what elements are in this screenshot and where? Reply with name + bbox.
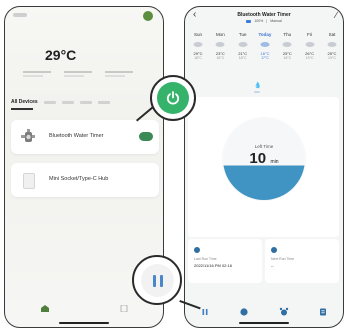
control-bar <box>185 307 343 317</box>
forecast-low: 17°C <box>261 56 269 60</box>
device-power-toggle[interactable] <box>139 132 153 141</box>
forecast-day: Mon 23°C 18°C <box>209 32 231 61</box>
next-run-card: Next Run Time -- <box>265 239 339 283</box>
cloud-icon <box>282 42 292 47</box>
battery-icon <box>246 19 252 23</box>
water-timer-icon <box>21 129 35 142</box>
alarm-clock-icon[interactable] <box>279 307 289 317</box>
socket-icon <box>23 173 35 189</box>
device-card-water-timer[interactable]: Bluetooth Water Timer <box>11 120 159 154</box>
left-time-value: 10 min <box>223 150 305 168</box>
last-run-card: Last Run Time 2022/11/16 PM 02:16 <box>188 239 262 283</box>
forecast-low: 19°C <box>328 56 336 60</box>
cloud-icon <box>327 42 337 47</box>
today-indicator <box>254 91 260 93</box>
forecast-low: 16°C <box>283 56 292 60</box>
forecast-low: 18°C <box>238 56 247 60</box>
left-time-label: Left Time <box>254 144 274 149</box>
cloud-icon <box>260 42 270 47</box>
home-icon <box>40 305 49 312</box>
mode-label: Manual <box>270 19 282 23</box>
forecast-day-label: Sun <box>193 32 202 37</box>
forecast-day-label: Today <box>258 32 272 37</box>
home-indicator <box>59 322 109 324</box>
weather-detail-item <box>105 71 133 79</box>
status-bar-time <box>13 13 27 17</box>
cloud-icon <box>193 42 203 47</box>
timer-card: Left Time 10 min <box>188 97 339 237</box>
screen-title: Bluetooth Water Timer <box>237 12 291 18</box>
list-icon[interactable] <box>318 307 328 317</box>
home-indicator <box>239 322 289 324</box>
water-timer-screen: ‹ Bluetooth Water Timer 100% | Manual ∕ … <box>184 6 344 328</box>
forecast-day-label: Sat <box>328 32 336 37</box>
pause-button-callout <box>132 255 182 305</box>
forecast-day: Sat 25°C 19°C <box>321 32 343 61</box>
forecast-day: Thu 25°C 16°C <box>276 32 298 61</box>
forecast-low: 18°C <box>216 56 225 60</box>
forecast-day: Today 16°C 17°C <box>254 32 276 61</box>
profile-icon <box>120 305 127 312</box>
tab-indicator <box>11 108 33 110</box>
water-drop-icon[interactable] <box>239 307 249 317</box>
cloud-icon <box>305 42 315 47</box>
weather-sun-icon <box>143 11 153 21</box>
weather-forecast: Sun 29°C 18°C Mon 23°C 18°C Tue 21°C 18°C Today 16… <box>187 32 343 61</box>
forecast-day-label: Mon <box>215 32 225 37</box>
left-time-unit: min <box>270 159 279 165</box>
forecast-day-label: Thu <box>283 32 292 37</box>
last-run-label: Last Run Time <box>194 257 217 261</box>
tab-room[interactable] <box>43 100 56 104</box>
forecast-low: 19°C <box>305 56 314 60</box>
forecast-day: Sun 29°C 18°C <box>187 32 209 61</box>
tab-all-devices[interactable]: All Devices <box>11 99 38 105</box>
device-name: Mini Socket/Type-C Hub <box>49 176 109 182</box>
power-button-callout <box>150 75 196 121</box>
device-status: 100% | Manual <box>185 19 343 23</box>
pause-icon[interactable] <box>200 307 210 317</box>
device-card-mini-socket[interactable]: Mini Socket/Type-C Hub <box>11 163 159 197</box>
tab-room[interactable] <box>79 100 92 104</box>
tab-room[interactable] <box>97 100 110 104</box>
cloud-icon <box>238 42 248 47</box>
current-temperature: 29°C <box>45 47 77 63</box>
nav-home[interactable] <box>40 305 49 317</box>
pause-icon <box>152 274 156 287</box>
bottom-navigation <box>5 305 163 317</box>
forecast-day: Tue 21°C 18°C <box>232 32 254 61</box>
device-name: Bluetooth Water Timer <box>49 133 104 139</box>
forecast-low: 18°C <box>194 56 202 60</box>
forecast-day-label: Fri <box>307 32 313 37</box>
forecast-day: Fri 26°C 19°C <box>299 32 321 61</box>
forecast-day-label: Tue <box>238 32 247 37</box>
weather-detail-item <box>23 71 51 79</box>
room-tabs: All Devices <box>11 99 110 105</box>
clock-icon <box>194 247 200 253</box>
weather-detail-item <box>64 71 92 79</box>
water-level-dial: Left Time 10 min <box>223 118 305 200</box>
nav-profile[interactable] <box>120 305 128 317</box>
weather-details <box>23 71 133 79</box>
left-time-number: 10 <box>249 150 267 167</box>
next-run-label: Next Run Time <box>271 257 295 261</box>
edit-icon[interactable]: ∕ <box>335 10 337 20</box>
tab-room[interactable] <box>61 100 74 104</box>
last-run-value: 2022/11/16 PM 02:16 <box>194 263 232 268</box>
rain-drop-icon: 💧 <box>254 83 262 89</box>
pause-button[interactable] <box>141 264 174 297</box>
power-icon <box>166 91 180 105</box>
power-button[interactable] <box>157 82 189 114</box>
next-run-value: -- <box>271 263 274 268</box>
cloud-icon <box>215 42 225 47</box>
battery-level: 100% <box>254 19 264 23</box>
clock-icon <box>271 247 277 253</box>
